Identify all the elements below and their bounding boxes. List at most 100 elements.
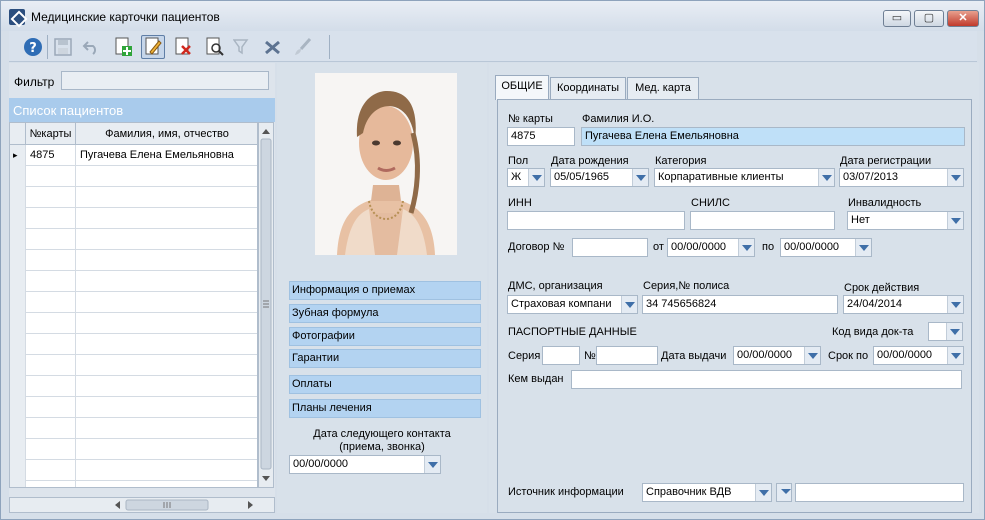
chevron-down-icon[interactable] bbox=[755, 484, 771, 501]
search-button[interactable] bbox=[203, 35, 227, 59]
chevron-down-icon[interactable] bbox=[424, 456, 440, 473]
edit-record-button[interactable] bbox=[141, 35, 165, 59]
category-select[interactable]: Корпаративные клиенты bbox=[654, 168, 835, 187]
empty-cell bbox=[26, 187, 76, 208]
column-header-name[interactable]: Фамилия, имя, отчество bbox=[76, 123, 257, 145]
birth-date-field[interactable]: 05/05/1965 bbox=[550, 168, 649, 187]
issued-by-label: Кем выдан bbox=[508, 373, 564, 385]
window-title: Медицинские карточки пациентов bbox=[31, 10, 220, 24]
photos-button[interactable]: Фотографии bbox=[289, 327, 481, 346]
next-contact-date[interactable]: 00/00/0000 bbox=[289, 455, 441, 474]
guarantees-button[interactable]: Гарантии bbox=[289, 349, 481, 368]
empty-cell bbox=[10, 397, 26, 418]
restore-button[interactable]: ▢ bbox=[914, 10, 944, 27]
clear-filter-button[interactable] bbox=[261, 35, 285, 59]
issue-date-value: 00/00/0000 bbox=[737, 349, 793, 361]
empty-table-row bbox=[10, 313, 257, 334]
chevron-down-icon[interactable] bbox=[621, 296, 637, 313]
source-extra-field[interactable] bbox=[795, 483, 964, 502]
chevron-down-icon[interactable] bbox=[947, 347, 963, 364]
chevron-down-icon[interactable] bbox=[818, 169, 834, 186]
table-row[interactable]: ▸ 4875 Пугачева Елена Емельяновна bbox=[10, 145, 257, 166]
empty-cell bbox=[26, 418, 76, 439]
validity-date-field[interactable]: 24/04/2014 bbox=[843, 295, 964, 314]
portrait-image bbox=[315, 73, 457, 255]
doc-kind-select[interactable] bbox=[928, 322, 963, 341]
chevron-down-icon[interactable] bbox=[738, 239, 754, 256]
contract-from-date[interactable]: 00/00/0000 bbox=[667, 238, 755, 257]
tab-coordinates[interactable]: Координаты bbox=[550, 77, 626, 99]
tab-general[interactable]: ОБЩИЕ bbox=[495, 75, 549, 100]
save-button[interactable] bbox=[51, 35, 75, 59]
source-dropdown-button[interactable] bbox=[776, 483, 792, 502]
chevron-down-icon[interactable] bbox=[947, 212, 963, 229]
next-contact-value: 00/00/0000 bbox=[293, 458, 349, 470]
next-contact-label-line2: (приема, звонка) bbox=[339, 441, 425, 453]
delete-record-button[interactable] bbox=[171, 35, 195, 59]
contract-to-date[interactable]: 00/00/0000 bbox=[780, 238, 872, 257]
category-value: Корпаративные клиенты bbox=[658, 171, 784, 183]
empty-cell bbox=[26, 376, 76, 397]
empty-cell bbox=[76, 166, 257, 187]
chevron-down-icon[interactable] bbox=[947, 169, 963, 186]
chevron-down-icon[interactable] bbox=[528, 169, 544, 186]
number-field[interactable] bbox=[596, 346, 658, 365]
snils-field[interactable] bbox=[690, 211, 835, 230]
policy-field[interactable]: 34 745656824 bbox=[642, 295, 838, 314]
close-button[interactable]: ✕ bbox=[947, 10, 979, 27]
registration-date-field[interactable]: 03/07/2013 bbox=[839, 168, 964, 187]
chevron-down-icon[interactable] bbox=[946, 323, 962, 340]
scrollbar-glyphs bbox=[260, 129, 272, 481]
chevron-down-icon[interactable] bbox=[632, 169, 648, 186]
general-tab-panel: № карты 4875 Фамилия И.О. Пугачева Елена… bbox=[497, 99, 972, 513]
term-date-field[interactable]: 00/00/0000 bbox=[873, 346, 964, 365]
registration-date-value: 03/07/2013 bbox=[843, 171, 899, 183]
dms-label: ДМС, организация bbox=[508, 280, 603, 292]
hscrollbar-glyphs bbox=[115, 499, 253, 511]
tab-medical-card[interactable]: Мед. карта bbox=[627, 77, 699, 99]
inn-field[interactable] bbox=[507, 211, 685, 230]
undo-button[interactable] bbox=[79, 35, 103, 59]
minimize-button[interactable]: ▭ bbox=[883, 10, 911, 27]
disability-select[interactable]: Нет bbox=[847, 211, 964, 230]
empty-table-row bbox=[10, 166, 257, 187]
sex-select[interactable]: Ж bbox=[507, 168, 545, 187]
new-record-button[interactable] bbox=[111, 35, 135, 59]
vertical-scrollbar[interactable] bbox=[258, 122, 274, 488]
brush-button[interactable] bbox=[291, 35, 315, 59]
appointments-info-button[interactable]: Информация о приемах bbox=[289, 281, 481, 300]
contract-to-label: по bbox=[762, 241, 775, 253]
chevron-down-icon[interactable] bbox=[855, 239, 871, 256]
contract-field[interactable] bbox=[572, 238, 648, 257]
dms-organization-select[interactable]: Страховая компани bbox=[507, 295, 638, 314]
title-bar: Медицинские карточки пациентов ▭ ▢ ✕ bbox=[1, 1, 984, 31]
empty-cell bbox=[10, 187, 26, 208]
payments-button[interactable]: Оплаты bbox=[289, 375, 481, 394]
help-button[interactable]: ? bbox=[21, 35, 45, 59]
source-select[interactable]: Справочник ВДВ bbox=[642, 483, 772, 502]
scroll-left-icon bbox=[115, 501, 120, 509]
issued-by-field[interactable] bbox=[571, 370, 962, 389]
treatment-plans-button[interactable]: Планы лечения bbox=[289, 399, 481, 418]
chevron-down-icon[interactable] bbox=[947, 296, 963, 313]
column-header-card[interactable]: №карты bbox=[26, 123, 76, 145]
series-field[interactable] bbox=[542, 346, 580, 365]
empty-cell bbox=[76, 313, 257, 334]
filter-button[interactable] bbox=[231, 35, 255, 59]
fio-field[interactable]: Пугачева Елена Емельяновна bbox=[581, 127, 965, 146]
issue-date-field[interactable]: 00/00/0000 bbox=[733, 346, 821, 365]
card-no-field[interactable]: 4875 bbox=[507, 127, 575, 146]
empty-cell bbox=[10, 313, 26, 334]
filter-input[interactable] bbox=[61, 71, 269, 90]
empty-cell bbox=[76, 418, 257, 439]
horizontal-scrollbar[interactable] bbox=[9, 497, 275, 513]
patient-photo[interactable] bbox=[315, 73, 457, 255]
scroll-up-icon bbox=[262, 129, 270, 134]
empty-cell bbox=[10, 250, 26, 271]
dental-formula-button[interactable]: Зубная формула bbox=[289, 304, 481, 323]
empty-table-row bbox=[10, 355, 257, 376]
dms-value: Страховая компани bbox=[511, 298, 612, 310]
brush-icon bbox=[295, 38, 312, 55]
empty-cell bbox=[26, 166, 76, 187]
chevron-down-icon[interactable] bbox=[804, 347, 820, 364]
